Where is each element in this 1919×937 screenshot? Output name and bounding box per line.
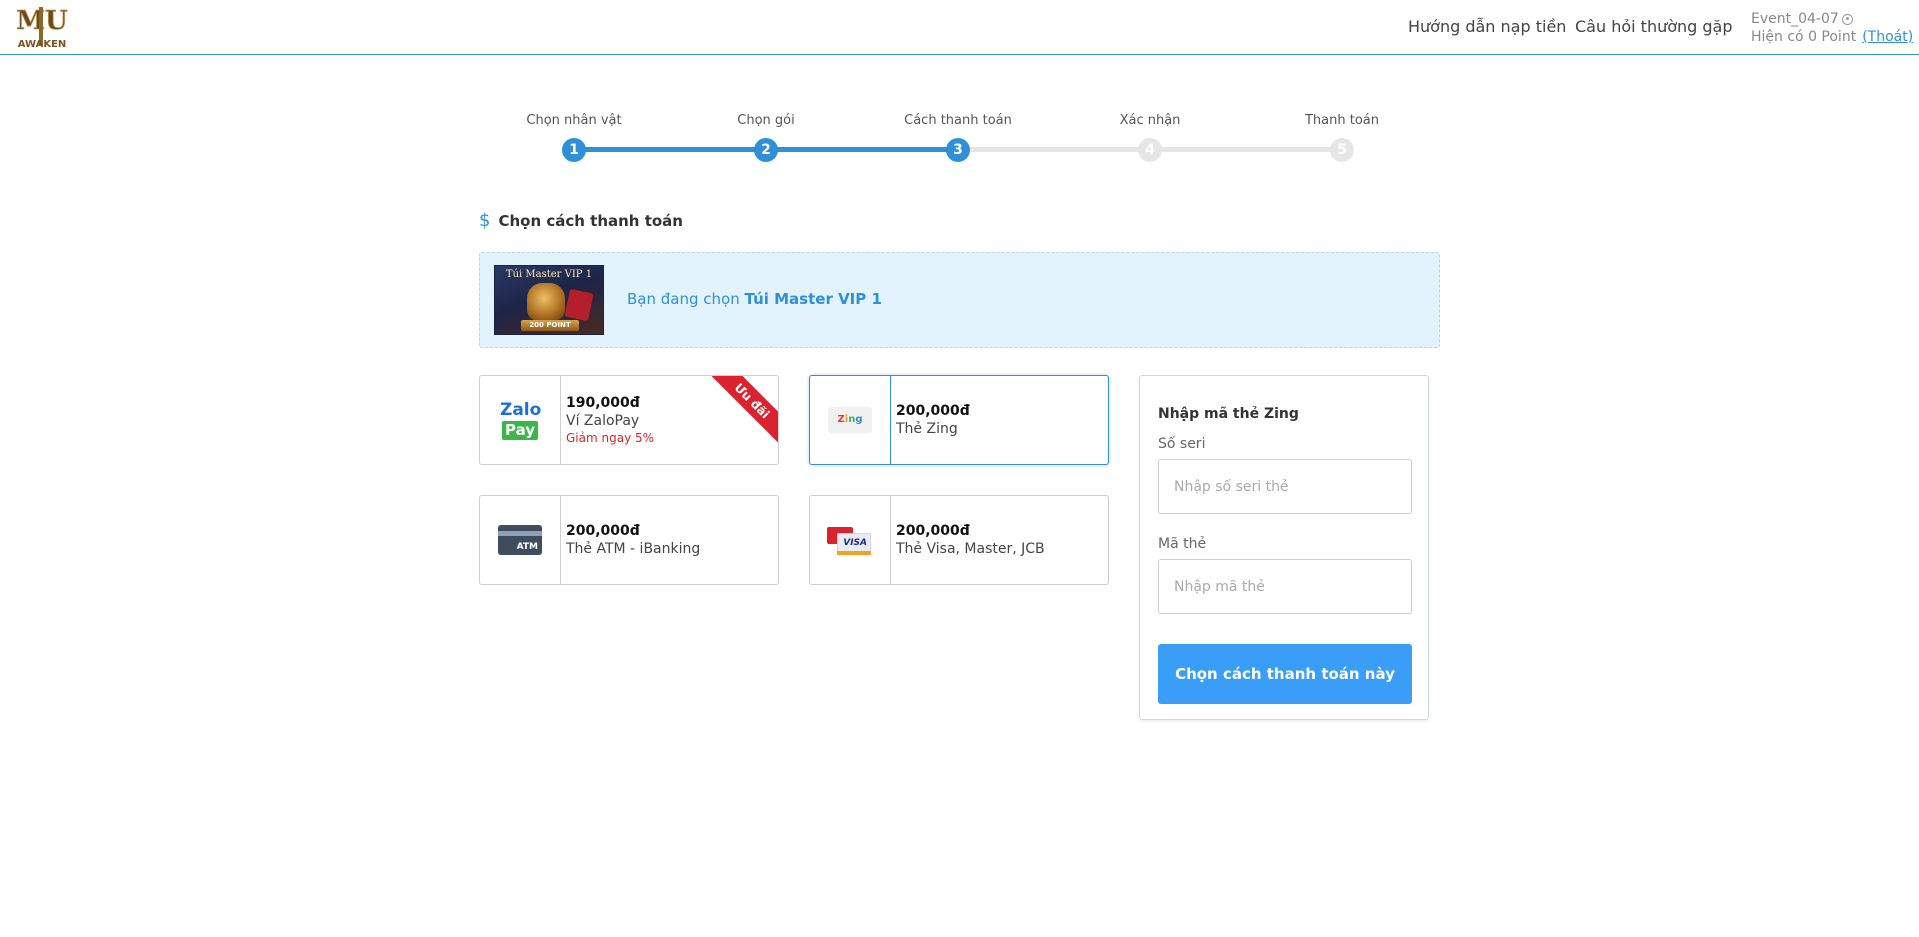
payment-info: 190,000đ Ví ZaloPay Giảm ngay 5% <box>566 376 654 464</box>
selected-package-text: Bạn đang chọn Túi Master VIP 1 <box>627 290 882 308</box>
visa-logo-text: VISA <box>837 533 871 553</box>
logout-link[interactable]: (Thoát) <box>1862 28 1913 46</box>
payment-method-name: Thẻ Visa, Master, JCB <box>896 541 1045 557</box>
payment-price: 200,000đ <box>896 403 970 419</box>
zalopay-icon: Zalo Pay <box>500 399 542 440</box>
section-title-text: Chọn cách thanh toán <box>498 211 683 230</box>
mu-awaken-logo[interactable]: MU AWAKEN <box>14 3 70 51</box>
payment-promo: Giảm ngay 5% <box>566 430 655 445</box>
user-settings-icon[interactable] <box>1841 13 1853 25</box>
bag-icon <box>527 283 565 321</box>
header-bar: MU AWAKEN Hướng dẫn nạp tiền Câu hỏi thư… <box>0 0 1919 55</box>
step-label: Cách thanh toán <box>904 113 1012 128</box>
step-choose-character[interactable]: Chọn nhân vật 1 <box>504 113 644 162</box>
step-label: Chọn nhân vật <box>526 113 622 128</box>
package-image: Túi Master VIP 1 200 POINT <box>494 265 604 335</box>
promo-ribbon: Ưu đãi <box>708 376 778 445</box>
step-choose-package[interactable]: Chọn gói 2 <box>696 113 836 162</box>
payment-price: 190,000đ <box>566 394 640 411</box>
nav-topup-guide[interactable]: Hướng dẫn nạp tiền <box>1408 17 1566 36</box>
tag-icon <box>564 288 594 322</box>
selected-package-name: Túi Master VIP 1 <box>744 290 882 308</box>
payment-method-name: Thẻ Zing <box>896 421 958 437</box>
step-payment-method: Cách thanh toán 3 <box>888 113 1028 162</box>
package-image-title: Túi Master VIP 1 <box>505 269 593 280</box>
step-label: Xác nhận <box>1119 113 1181 128</box>
username: Event_04-07 <box>1751 11 1839 27</box>
step-confirm: Xác nhận 4 <box>1080 113 1220 162</box>
step-number: 4 <box>1138 138 1162 162</box>
payment-icon-cell: ATM <box>480 496 561 584</box>
visa-card-icon: VISA <box>827 525 873 555</box>
payment-info: 200,000đ Thẻ ATM - iBanking <box>566 496 700 584</box>
payment-icon-cell: Zalo Pay <box>480 376 561 464</box>
step-label: Thanh toán <box>1304 113 1379 128</box>
progress-stepper: Chọn nhân vật 1 Chọn gói 2 Cách thanh to… <box>526 113 1379 173</box>
serial-label: Số seri <box>1158 436 1206 452</box>
payment-option-atm[interactable]: ATM 200,000đ Thẻ ATM - iBanking <box>479 495 779 585</box>
payment-info: 200,000đ Thẻ Visa, Master, JCB <box>896 496 1045 584</box>
selected-prefix: Bạn đang chọn <box>627 290 740 308</box>
submit-payment-method-button[interactable]: Chọn cách thanh toán này <box>1158 644 1412 704</box>
payment-icon-cell: VISA <box>810 496 891 584</box>
zalopay-logo-top: Zalo <box>500 399 542 420</box>
zing-icon: Zing <box>828 407 872 433</box>
points-balance: Hiện có 0 Point <box>1751 29 1857 45</box>
payment-option-zalopay[interactable]: Zalo Pay 190,000đ Ví ZaloPay Giảm ngay 5… <box>479 375 779 465</box>
card-code-label: Mã thẻ <box>1158 536 1207 552</box>
serial-input[interactable] <box>1158 459 1412 514</box>
atm-logo-text: ATM <box>516 542 538 552</box>
dollar-icon: $ <box>479 210 491 231</box>
svg-text:AWAKEN: AWAKEN <box>18 39 67 50</box>
user-info: Event_04-07 Hiện có 0 Point (Thoát) <box>1751 10 1913 46</box>
package-image-point: 200 POINT <box>521 320 579 331</box>
nav-faq[interactable]: Câu hỏi thường gặp <box>1575 17 1733 36</box>
form-title: Nhập mã thẻ Zing <box>1158 406 1299 422</box>
card-code-input[interactable] <box>1158 559 1412 614</box>
card-code-form: Nhập mã thẻ Zing Số seri Mã thẻ Chọn các… <box>1139 375 1429 720</box>
payment-option-zing-card[interactable]: Zing 200,000đ Thẻ Zing <box>809 375 1109 465</box>
payment-info: 200,000đ Thẻ Zing <box>896 376 970 464</box>
step-label: Chọn gói <box>737 113 795 128</box>
step-number: 1 <box>562 138 586 162</box>
payment-price: 200,000đ <box>896 523 970 539</box>
step-number: 3 <box>946 138 970 162</box>
step-number: 2 <box>754 138 778 162</box>
payment-method-name: Thẻ ATM - iBanking <box>566 541 701 557</box>
section-title: $ Chọn cách thanh toán <box>479 210 683 231</box>
payment-method-name: Ví ZaloPay <box>566 412 640 429</box>
payment-icon-cell: Zing <box>810 376 891 464</box>
atm-card-icon: ATM <box>498 525 542 555</box>
payment-price: 200,000đ <box>566 523 640 539</box>
selected-package-banner: Túi Master VIP 1 200 POINT Bạn đang chọn… <box>479 252 1440 348</box>
payment-option-visa[interactable]: VISA 200,000đ Thẻ Visa, Master, JCB <box>809 495 1109 585</box>
step-number: 5 <box>1330 138 1354 162</box>
step-pay: Thanh toán 5 <box>1272 113 1412 162</box>
zalopay-logo-bottom: Pay <box>501 420 539 440</box>
